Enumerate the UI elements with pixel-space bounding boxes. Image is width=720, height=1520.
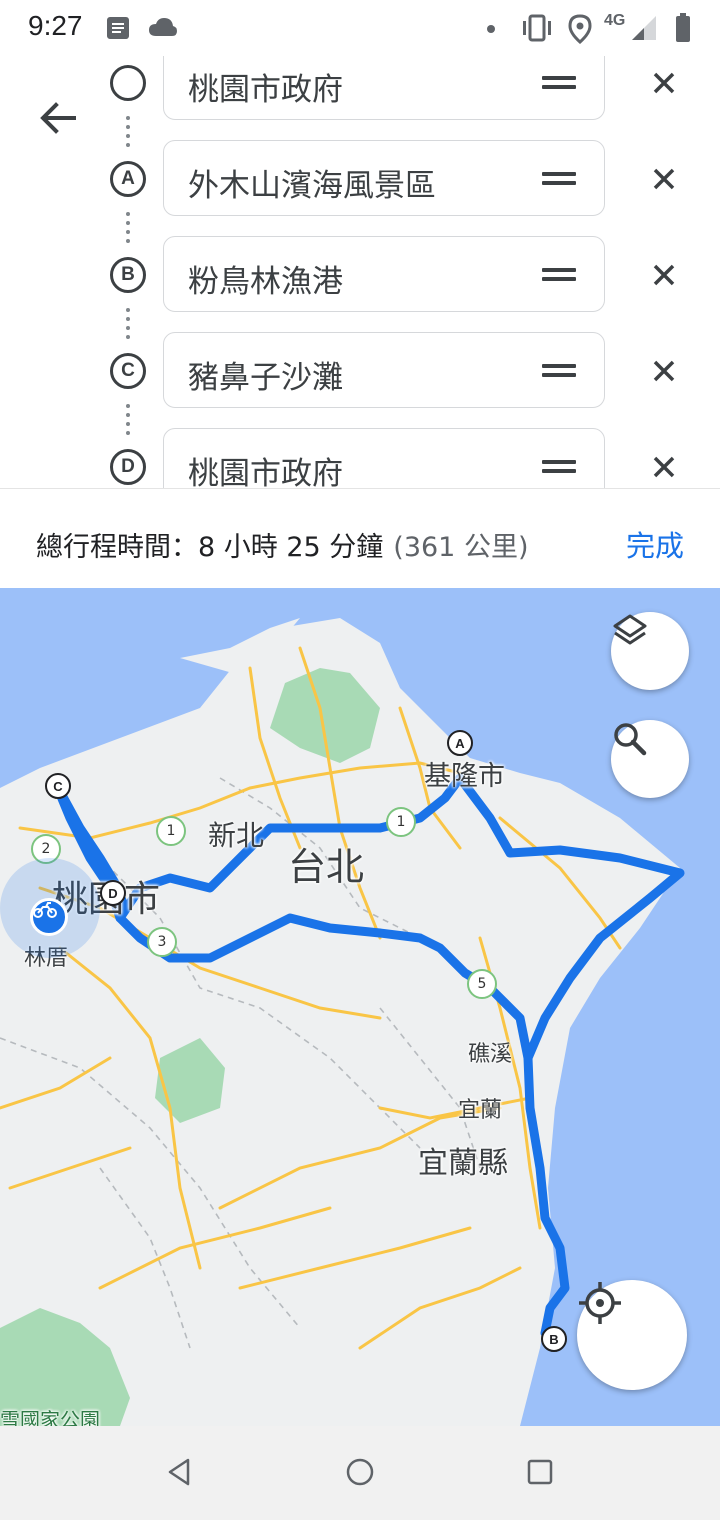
- route-marker-b[interactable]: B: [541, 1326, 567, 1352]
- vibrate-icon: [523, 14, 551, 42]
- drag-handle-icon[interactable]: [542, 172, 576, 186]
- network-type-label: 4G: [604, 12, 626, 29]
- marker-b: B: [110, 257, 146, 293]
- location-icon: [568, 14, 592, 44]
- waypoint-field-start[interactable]: 桃園市政府: [163, 56, 605, 120]
- waypoint-field-d[interactable]: 桃園市政府: [163, 428, 605, 488]
- waypoint-row-d: D 桃園市政府: [0, 428, 720, 488]
- remove-waypoint-icon[interactable]: [648, 355, 680, 387]
- map-label-keelung: 基隆市: [424, 761, 505, 792]
- start-circle-marker: [110, 65, 146, 101]
- trip-summary: 總行程時間：8 小時 25 分鐘 (361 公里): [36, 525, 528, 564]
- marker-a: A: [110, 161, 146, 197]
- waypoint-row-c: C 豬鼻子沙灘: [0, 332, 720, 412]
- highway-shield: 1: [386, 807, 416, 837]
- waypoint-field-c[interactable]: 豬鼻子沙灘: [163, 332, 605, 408]
- waypoint-name: 桃園市政府: [188, 456, 343, 488]
- map-label-national-park: 雪國家公園: [0, 1408, 100, 1426]
- motorcycle-icon: [33, 902, 57, 918]
- cloud-icon: [149, 18, 177, 36]
- marker-d: D: [110, 449, 146, 485]
- total-distance-text: (361 公里): [393, 532, 529, 563]
- drag-handle-icon[interactable]: [542, 268, 576, 282]
- waypoint-row-b: B 粉鳥林漁港: [0, 236, 720, 316]
- highway-shield: 3: [147, 927, 177, 957]
- recents-square-icon[interactable]: [524, 1456, 556, 1488]
- remove-waypoint-icon[interactable]: [648, 451, 680, 483]
- route-marker-d[interactable]: D: [100, 880, 126, 906]
- drag-handle-icon[interactable]: [542, 364, 576, 378]
- signal-icon: [632, 16, 656, 40]
- total-time-text: 總行程時間：8 小時 25 分鐘: [36, 532, 384, 563]
- waypoint-name: 外木山濱海風景區: [188, 168, 436, 204]
- motorcycle-location-icon[interactable]: [30, 898, 68, 936]
- crosshair-icon: [579, 1282, 621, 1324]
- remove-waypoint-icon[interactable]: [648, 67, 680, 99]
- waypoint-field-a[interactable]: 外木山濱海風景區: [163, 140, 605, 216]
- map-label-taipei: 台北: [288, 845, 365, 889]
- map-label-jiaoxi: 礁溪: [468, 1042, 513, 1067]
- map-label-yilan-county: 宜蘭縣: [418, 1146, 508, 1181]
- message-icon: [107, 17, 129, 39]
- search-along-route-button[interactable]: [611, 720, 689, 798]
- highway-shield: 5: [467, 969, 497, 999]
- route-map[interactable]: 台北 新北 桃園市 基隆市 林厝 礁溪 宜蘭 宜蘭縣 雪國家公園 A B C D…: [0, 588, 720, 1426]
- waypoint-row-a: A 外木山濱海風景區: [0, 140, 720, 220]
- drag-handle-icon[interactable]: [542, 76, 576, 90]
- marker-c: C: [110, 353, 146, 389]
- done-button[interactable]: 完成: [626, 523, 684, 565]
- waypoint-name: 粉鳥林漁港: [188, 264, 343, 300]
- map-label-new-taipei: 新北: [208, 819, 265, 852]
- highway-shield: 1: [156, 816, 186, 846]
- system-nav-bar: [0, 1426, 720, 1520]
- layers-icon: [613, 614, 647, 645]
- waypoints-panel: 桃園市政府 A 外木山濱海風景區 B 粉鳥林漁港 C 豬鼻子沙灘 D 桃園市政府: [0, 56, 720, 488]
- waypoint-name: 豬鼻子沙灘: [188, 360, 343, 396]
- waypoint-row-start: 桃園市政府: [0, 56, 720, 124]
- route-marker-c[interactable]: C: [45, 773, 71, 799]
- dot-icon: [487, 25, 495, 33]
- status-bar: 9:27 4G: [0, 0, 720, 56]
- map-label-yilan: 宜蘭: [458, 1098, 503, 1123]
- waypoint-field-b[interactable]: 粉鳥林漁港: [163, 236, 605, 312]
- route-marker-a[interactable]: A: [447, 730, 473, 756]
- status-time: 9:27: [28, 10, 83, 41]
- trip-summary-bar: 總行程時間：8 小時 25 分鐘 (361 公里) 完成: [0, 488, 720, 589]
- back-triangle-icon[interactable]: [164, 1456, 196, 1488]
- remove-waypoint-icon[interactable]: [648, 163, 680, 195]
- my-location-button[interactable]: [577, 1280, 687, 1390]
- waypoint-name: 桃園市政府: [188, 72, 343, 108]
- remove-waypoint-icon[interactable]: [648, 259, 680, 291]
- battery-icon: [676, 13, 690, 42]
- search-icon: [614, 723, 647, 756]
- home-circle-icon[interactable]: [344, 1456, 376, 1488]
- drag-handle-icon[interactable]: [542, 460, 576, 474]
- layers-button[interactable]: [611, 612, 689, 690]
